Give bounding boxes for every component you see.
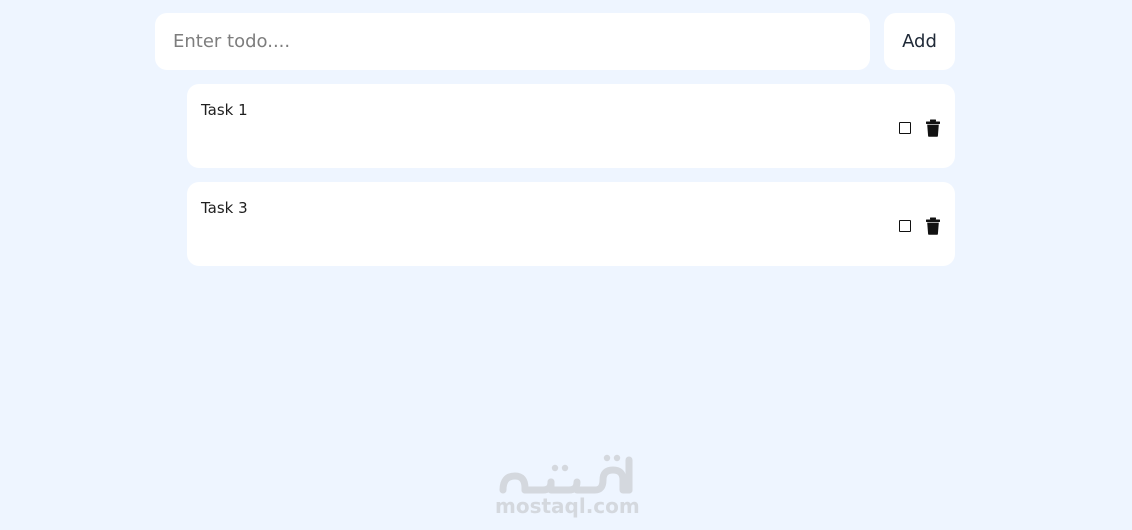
checkbox-icon[interactable] [899,122,911,134]
watermark-text: mostaql.com [495,494,640,518]
trash-icon[interactable] [925,217,941,235]
todo-input-row: Add [155,13,955,70]
todo-list: Task 1 Task 3 [187,84,955,266]
todo-item: Task 1 [187,84,955,168]
mostaql-logo-icon [499,454,633,494]
add-button[interactable]: Add [884,13,955,70]
todo-item-actions [899,217,941,235]
checkbox-icon[interactable] [899,220,911,232]
todo-item-text: Task 1 [201,101,248,119]
todo-app: Add Task 1 Task 3 [155,13,955,280]
todo-item-actions [899,119,941,137]
todo-item: Task 3 [187,182,955,266]
watermark: mostaql.com [495,450,640,520]
trash-icon[interactable] [925,119,941,137]
todo-item-text: Task 3 [201,199,248,217]
todo-input[interactable] [155,13,870,70]
